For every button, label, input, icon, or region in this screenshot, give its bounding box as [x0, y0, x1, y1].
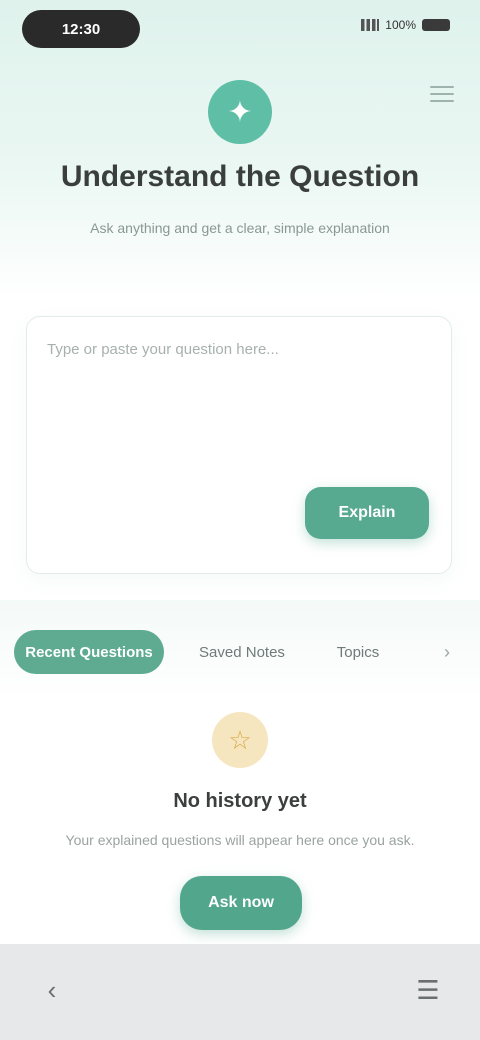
status-time: 12:30	[22, 10, 140, 48]
question-card: Explain	[26, 316, 452, 574]
status-icons: 100%	[361, 18, 450, 32]
back-arrow-icon[interactable]: ‹	[28, 966, 76, 1014]
page-subtitle: Ask anything and get a clear, simple exp…	[90, 220, 390, 236]
status-bar: 12:30 100%	[0, 0, 480, 60]
battery-percentage: 100%	[385, 18, 416, 32]
empty-state-title: No history yet	[173, 790, 307, 812]
tabs-scroll-more-icon[interactable]: ›	[432, 630, 462, 674]
app-logo-icon: ✦	[208, 80, 272, 144]
empty-state-star-icon: ☆	[212, 712, 268, 768]
page-title: Understand the Question	[60, 160, 420, 193]
ask-now-button[interactable]: Ask now	[180, 876, 302, 930]
header-menu-icon[interactable]	[430, 86, 454, 102]
explain-button[interactable]: Explain	[305, 487, 429, 539]
tab-saved-notes[interactable]: Saved Notes	[180, 630, 304, 674]
tab-topics[interactable]: Topics	[318, 630, 398, 674]
bottom-navigation-bar: ‹ ☰	[0, 944, 480, 1040]
empty-state-message: Your explained questions will appear her…	[65, 832, 415, 848]
signal-icon	[361, 19, 380, 31]
question-input[interactable]	[45, 339, 439, 483]
history-tabs: Recent Questions Saved Notes Topics ›	[0, 600, 480, 700]
tab-recent-questions[interactable]: Recent Questions	[14, 630, 164, 674]
battery-icon	[422, 19, 450, 31]
menu-icon[interactable]: ☰	[404, 966, 452, 1014]
